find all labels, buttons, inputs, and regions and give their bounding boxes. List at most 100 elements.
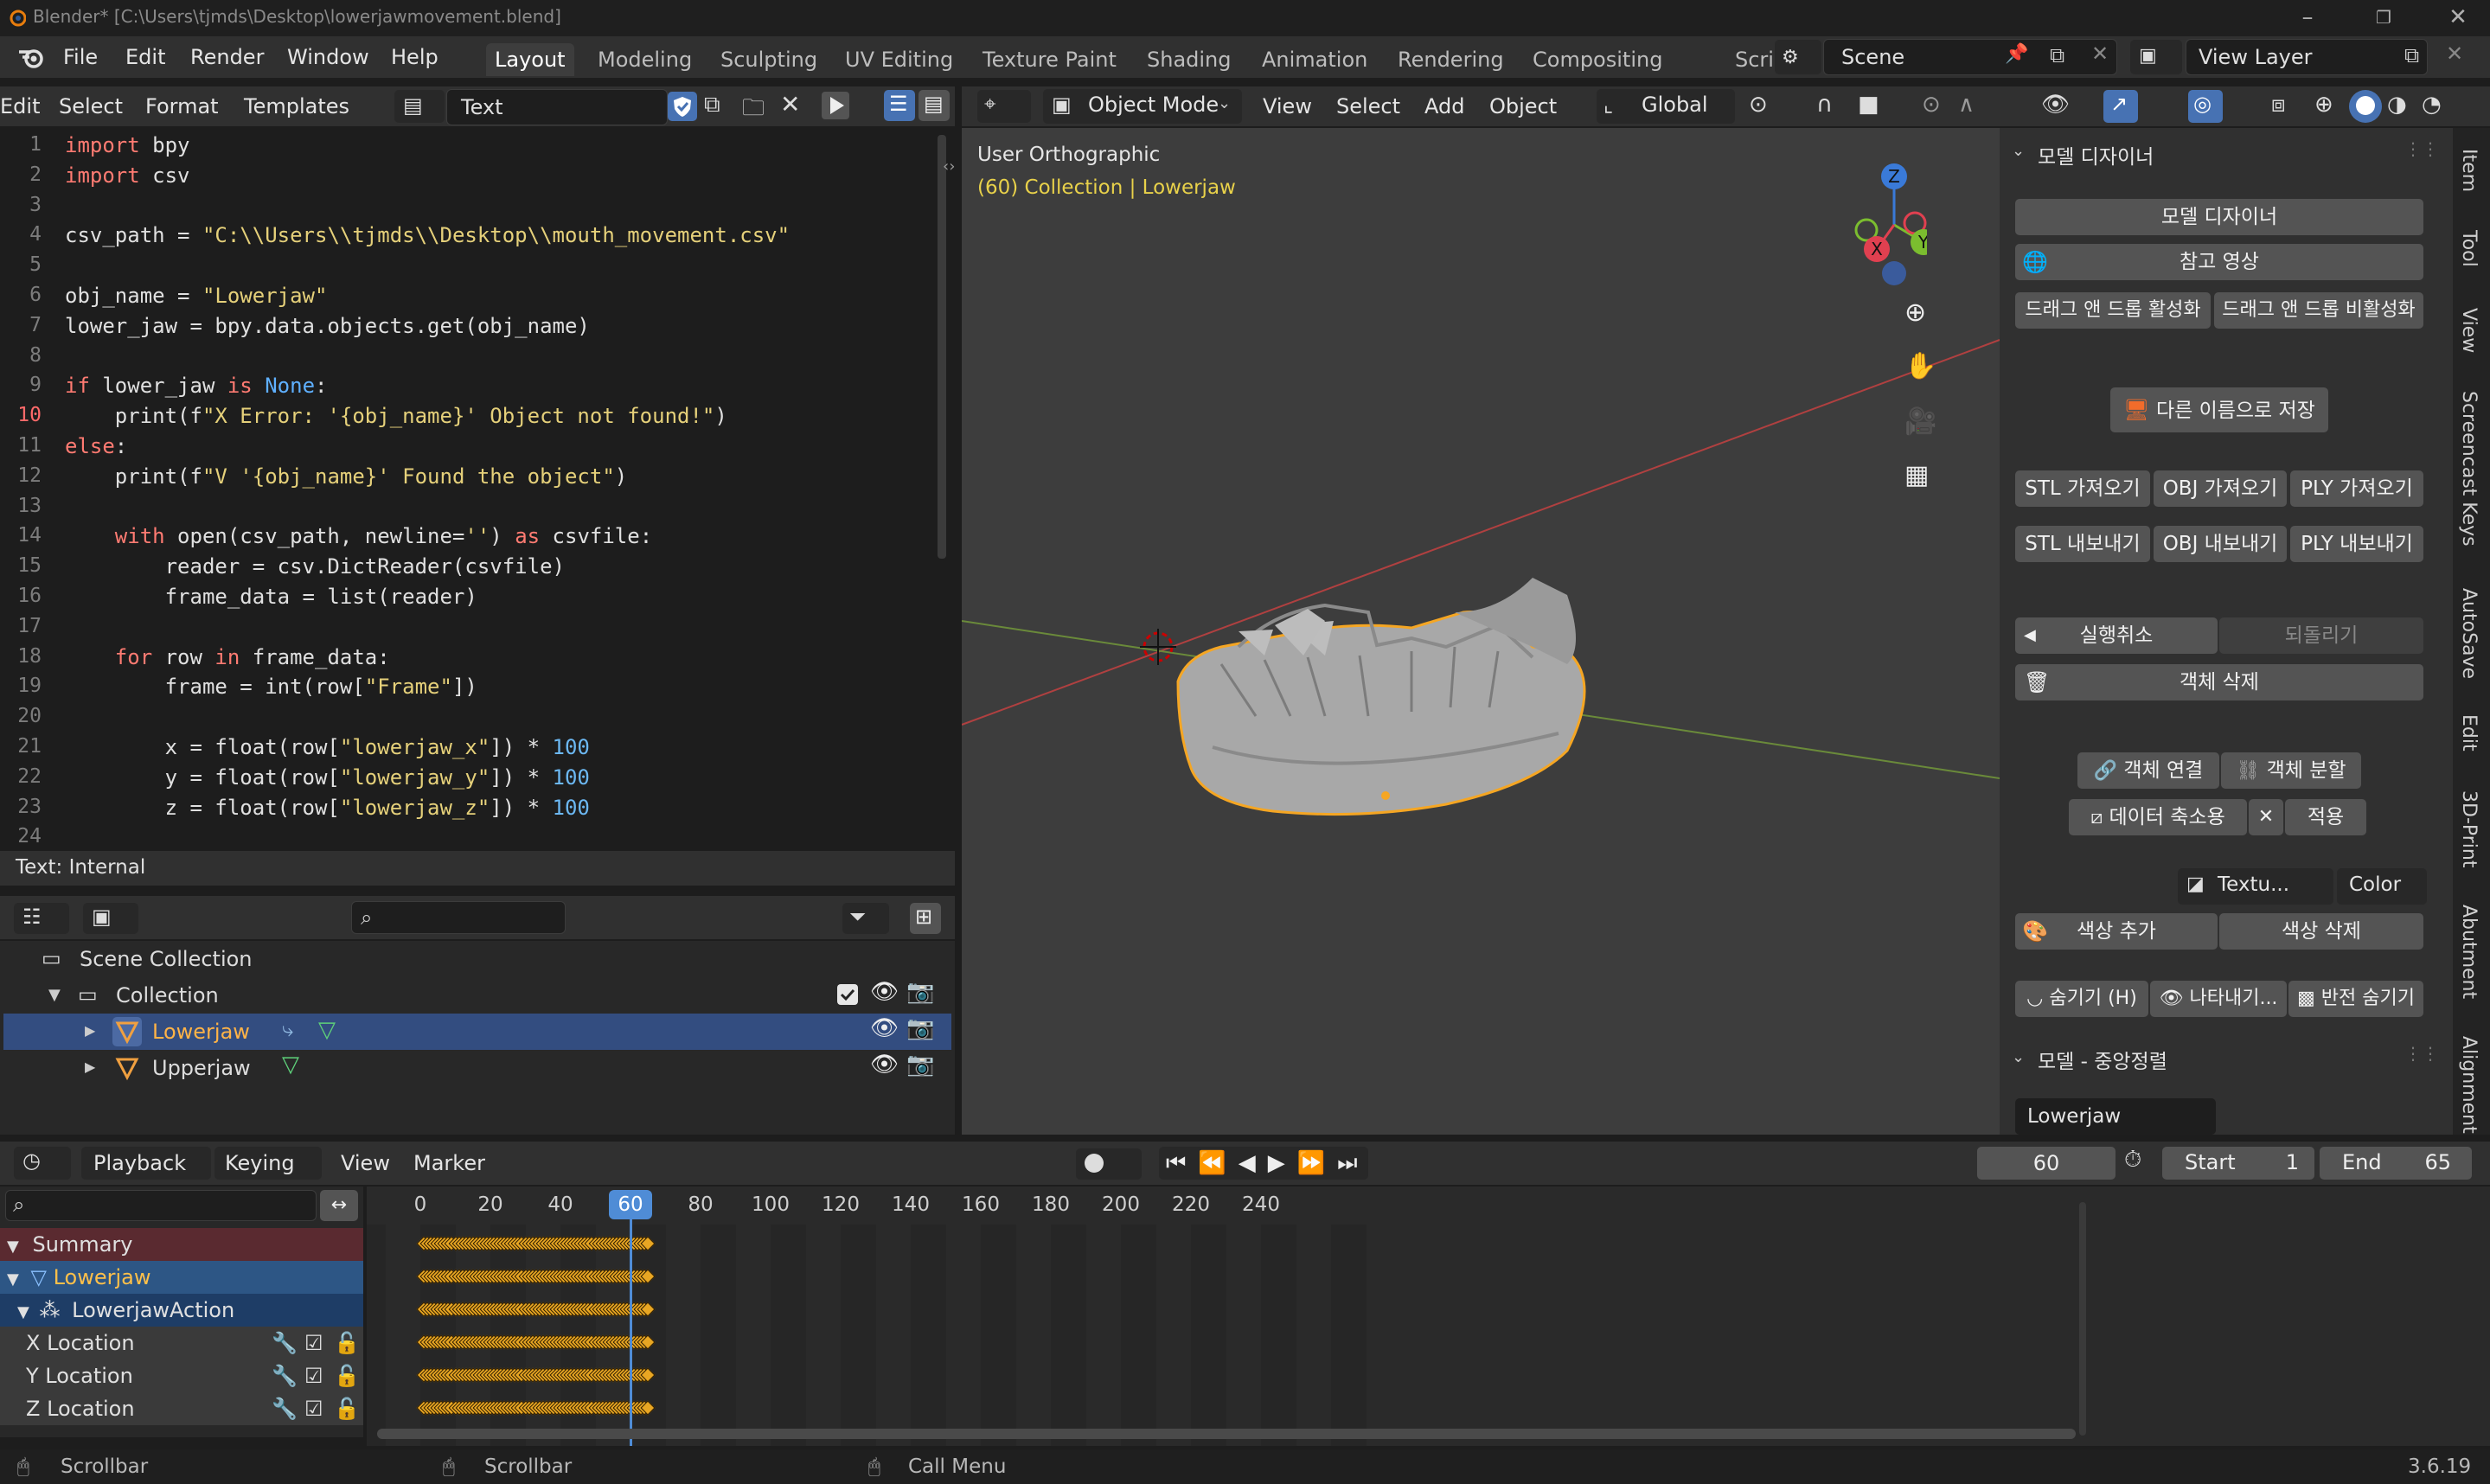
navigation-gizmo[interactable]: Z Y X [1823,145,1927,292]
channel-lowerjaw-action[interactable]: ▼ ⁂ LowerjawAction [0,1294,363,1327]
join-object-button[interactable]: 🔗 객체 연결 [2077,752,2219,789]
reference-video-button[interactable]: 🌐 참고 영상 [2015,244,2423,280]
filter-dropdown[interactable]: ⏷ [842,903,889,934]
viewport-menu-select[interactable]: Select [1336,87,1400,125]
sidebar-tab-screencast-keys[interactable]: Screencast Keys [2458,391,2480,547]
z-wrench-icon[interactable]: 🔧 [272,1392,298,1425]
close-window-button[interactable]: ✕ [2432,2,2484,33]
timeline-menu-marker[interactable]: Marker [413,1144,485,1182]
delete-scene-icon[interactable]: ✕ [2091,42,2109,66]
upperjaw-label[interactable]: Upperjaw [152,1050,251,1086]
show-button[interactable]: 👁 나타내기... [2150,981,2287,1017]
display-mode-dropdown[interactable]: ▣ [83,903,138,934]
stopwatch-icon[interactable]: ⏱ [2124,1147,2155,1180]
timeline-menu-view[interactable]: View [341,1144,390,1182]
channel-x-location[interactable]: X Location 🔧 ☑ 🔓 [0,1327,363,1359]
playback-controls[interactable]: ⏮⏪◀▶⏩⏭ [1159,1147,1368,1180]
visibility-selectability-icon[interactable]: 👁 [2041,92,2070,118]
sidebar-tab-edit[interactable]: Edit [2458,714,2480,752]
wireframe-shading-icon[interactable]: ⊕ [2314,92,2333,118]
new-scene-icon[interactable]: ⧉ [2050,43,2064,67]
y-mute-checkbox[interactable]: ☑ [304,1359,323,1392]
xray-toggle-icon[interactable]: ⧈ [2271,92,2286,118]
fake-user-shield-icon[interactable] [668,92,697,121]
outliner-row-lowerjaw[interactable] [3,1014,951,1050]
run-script-icon[interactable] [820,90,851,121]
object-name-field[interactable]: Lowerjaw [2015,1098,2216,1135]
lowerjaw-render-camera-icon[interactable]: 📷 [906,1015,934,1041]
upperjaw-visibility-eye-icon[interactable]: 👁 [870,1052,899,1078]
z-lock-icon[interactable]: 🔓 [334,1392,360,1425]
sidebar-tab-alignment[interactable]: Alignment [2458,1036,2480,1134]
y-wrench-icon[interactable]: 🔧 [272,1359,298,1392]
view-layer-field[interactable]: View Layer [2186,39,2428,75]
lowerjaw-label[interactable]: Lowerjaw [152,1014,250,1050]
start-frame-field[interactable]: Start 1 [2162,1147,2314,1180]
collection-exclude-checkbox[interactable] [837,984,858,1005]
channel-summary[interactable]: ▼ Summary [0,1228,363,1261]
text-datablock-field[interactable]: Text [446,89,668,125]
pivot-point-icon[interactable]: ⊙ [1749,92,1768,118]
snap-target-icon[interactable]: ■ [1858,92,1879,118]
channel-z-location[interactable]: Z Location 🔧 ☑ 🔓 [0,1392,363,1425]
text-editor-area[interactable]: ‹› 1 import bpy 2 import csv 3 4 csv_path = "C… [0,126,955,851]
open-folder-icon[interactable]: 🗀 [742,92,765,130]
stl-export-button[interactable]: STL 내보내기 [2015,526,2150,562]
y-lock-icon[interactable]: 🔓 [334,1359,360,1392]
view-layer-selector[interactable]: ▣ [2130,40,2182,74]
channel-y-location[interactable]: Y Location 🔧 ☑ 🔓 [0,1359,363,1392]
stl-import-button[interactable]: STL 가져오기 [2015,470,2150,507]
z-mute-checkbox[interactable]: ☑ [304,1392,323,1425]
menu-window[interactable]: Window [287,43,369,71]
panel2-drag-handle-icon[interactable]: ⋮⋮ [2404,1043,2439,1064]
blender-menu-icon[interactable] [17,43,47,73]
menu-render[interactable]: Render [190,43,264,71]
lowerjaw-visibility-eye-icon[interactable]: 👁 [870,1015,899,1041]
proportional-edit-icon[interactable]: ⊙ [1922,92,1941,118]
apply-button[interactable]: 적용 [2285,799,2366,835]
minimize-button[interactable]: – [2282,2,2333,33]
falloff-icon[interactable]: ∧ [1958,92,1975,118]
snap-icon[interactable]: ∩ [1816,92,1833,118]
text-menu-format[interactable]: Format [145,87,219,125]
outliner-editor-type[interactable]: ☷ [14,903,69,934]
decimate-button[interactable]: ⧄ 데이터 축소용 [2069,799,2247,835]
menu-help[interactable]: Help [391,43,438,71]
tab-rendering[interactable]: Rendering [1389,43,1513,76]
playhead-line[interactable] [630,1218,632,1446]
sidebar-tab-item[interactable]: Item [2458,149,2480,192]
line-numbers-toggle-icon[interactable]: ☰ [884,90,915,121]
tab-shading[interactable]: Shading [1138,43,1240,76]
collection-visibility-eye-icon[interactable]: 👁 [870,979,899,1005]
unlink-text-icon[interactable]: ✕ [780,90,800,118]
hide-button[interactable]: ◡ 숨기기 (H) [2015,981,2148,1017]
undo-button[interactable]: ◀ 실행취소 [2015,617,2218,654]
decimate-cancel-icon[interactable]: ✕ [2249,799,2283,835]
lowerjaw-expand-icon[interactable]: ▶ [85,1022,95,1039]
channel-lowerjaw[interactable]: ▼ ▽ Lowerjaw [0,1261,363,1294]
scene-name-field[interactable]: Scene [1823,39,2117,75]
delete-view-layer-icon[interactable]: ✕ [2446,42,2463,66]
panel-drag-handle-icon[interactable]: ⋮⋮ [2404,138,2439,159]
sidebar-tab-tool[interactable]: Tool [2458,230,2480,267]
dnd-enable-button[interactable]: 드래그 앤 드롭 활성화 [2015,292,2211,329]
save-as-button[interactable]: 🖥 다른 이름으로 저장 [2110,387,2328,432]
overlays-toggle-icon[interactable]: ◎ [2188,90,2223,123]
tab-animation[interactable]: Animation [1253,43,1376,76]
sidebar-tab-abutment[interactable]: Abutment [2458,905,2480,999]
menu-edit[interactable]: Edit [125,43,165,71]
pan-hand-icon[interactable]: ✋ [1904,351,1936,381]
rendered-shading-icon[interactable]: ◔ [2422,92,2442,118]
outliner-search-input[interactable]: ⌕ [351,901,566,934]
x-lock-icon[interactable]: 🔓 [334,1327,360,1359]
playback-menu[interactable]: Playback [81,1147,211,1180]
timeline-vertical-scrollbar[interactable] [2079,1202,2086,1436]
upperjaw-render-camera-icon[interactable]: 📷 [906,1052,934,1078]
current-frame-field[interactable]: 60 [1977,1147,2116,1180]
texture-dropdown[interactable]: ◪ Textu... [2178,868,2333,905]
invert-hide-button[interactable]: ▩ 반전 숨기기 [2288,981,2423,1017]
scene-collection-label[interactable]: Scene Collection [80,941,253,977]
dopesheet-canvas[interactable]: 02040608010012014016018020022024060 [367,1187,2490,1446]
text-menu-edit[interactable]: Edit [0,87,40,125]
transform-orientation-dropdown[interactable]: ⌞ Global [1597,89,1735,124]
